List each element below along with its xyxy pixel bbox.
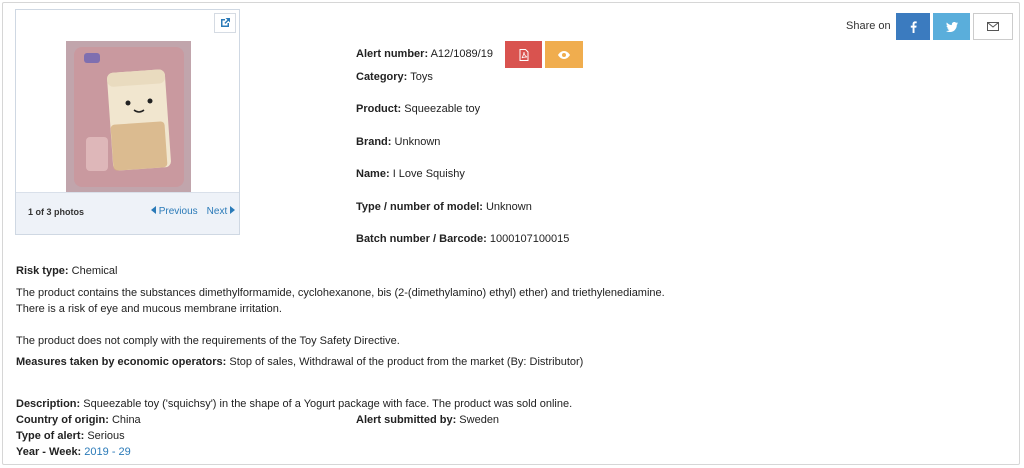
submitted-by-value: Sweden: [459, 414, 500, 426]
photo-count: 1 of 3 photos: [28, 207, 84, 217]
squishy-toy-image: [66, 41, 191, 192]
pdf-icon: [519, 48, 528, 61]
caret-left-icon: [150, 206, 156, 214]
name-label: Name:: [356, 168, 390, 180]
year-week-link[interactable]: 2019 - 29: [84, 446, 130, 458]
photo-footer: 1 of 3 photos Previous Next: [16, 192, 239, 234]
alert-type-label: Type of alert:: [16, 430, 85, 442]
pdf-download-button[interactable]: [505, 41, 542, 68]
product-photo[interactable]: [66, 41, 191, 192]
brand-label: Brand:: [356, 136, 392, 148]
submitted-by-label: Alert submitted by:: [356, 414, 457, 426]
alert-number-label: Alert number:: [356, 48, 429, 60]
description-label: Description:: [16, 398, 81, 410]
alert-type-field: Type of alert: Serious: [16, 430, 125, 442]
category-field: Category: Toys: [356, 71, 433, 83]
alert-type-value: Serious: [87, 430, 125, 442]
name-value: I Love Squishy: [392, 168, 465, 180]
risk-type-label: Risk type:: [16, 265, 69, 277]
expand-icon: [221, 18, 230, 27]
model-value: Unknown: [485, 201, 532, 213]
measures-label: Measures taken by economic operators:: [16, 356, 227, 368]
facebook-icon: [910, 20, 917, 33]
risk-type-value: Chemical: [71, 265, 118, 277]
twitter-icon: [945, 21, 958, 32]
product-field: Product: Squeezable toy: [356, 103, 480, 115]
risk-text-2: There is a risk of eye and mucous membra…: [16, 303, 282, 315]
model-field: Type / number of model: Unknown: [356, 201, 532, 213]
description-value: Squeezable toy ('squichsy') in the shape…: [83, 398, 573, 410]
next-photo-link[interactable]: Next: [207, 206, 235, 217]
name-field: Name: I Love Squishy: [356, 168, 465, 180]
view-button[interactable]: [545, 41, 583, 68]
risk-text-3: The product does not comply with the req…: [16, 335, 400, 347]
year-week-field: Year - Week: 2019 - 29: [16, 446, 131, 458]
measures-field: Measures taken by economic operators: St…: [16, 356, 583, 368]
next-label: Next: [206, 206, 228, 217]
risk-type-field: Risk type: Chemical: [16, 265, 118, 277]
share-facebook-button[interactable]: [896, 13, 930, 40]
expand-photo-button[interactable]: [214, 13, 236, 33]
product-value: Squeezable toy: [404, 103, 481, 115]
product-label: Product:: [356, 103, 402, 115]
alert-number-value: A12/1089/19: [430, 48, 493, 60]
photo-gallery: 1 of 3 photos Previous Next: [15, 9, 240, 235]
batch-label: Batch number / Barcode:: [356, 233, 487, 245]
category-label: Category:: [356, 71, 408, 83]
origin-field: Country of origin: China: [16, 414, 141, 426]
risk-text-1: The product contains the substances dime…: [16, 287, 665, 299]
year-week-label: Year - Week:: [16, 446, 82, 458]
brand-field: Brand: Unknown: [356, 136, 440, 148]
submitted-by-field: Alert submitted by: Sweden: [356, 414, 499, 426]
batch-field: Batch number / Barcode: 1000107100015: [356, 233, 569, 245]
category-value: Toys: [410, 71, 433, 83]
share-twitter-button[interactable]: [933, 13, 970, 40]
model-label: Type / number of model:: [356, 201, 483, 213]
previous-label: Previous: [158, 206, 198, 217]
eye-icon: [558, 50, 570, 59]
measures-value: Stop of sales, Withdrawal of the product…: [229, 356, 584, 368]
share-email-button[interactable]: [973, 13, 1013, 40]
envelope-icon: [987, 22, 999, 31]
origin-value: China: [111, 414, 141, 426]
batch-value: 1000107100015: [489, 233, 570, 245]
share-label: Share on: [846, 20, 891, 32]
caret-right-icon: [230, 206, 235, 214]
origin-label: Country of origin:: [16, 414, 109, 426]
previous-photo-link[interactable]: Previous: [150, 206, 198, 217]
description-field: Description: Squeezable toy ('squichsy')…: [16, 398, 572, 410]
alert-number-field: Alert number: A12/1089/19: [356, 48, 493, 60]
photo-pager: Previous Next: [150, 206, 235, 217]
brand-value: Unknown: [394, 136, 441, 148]
